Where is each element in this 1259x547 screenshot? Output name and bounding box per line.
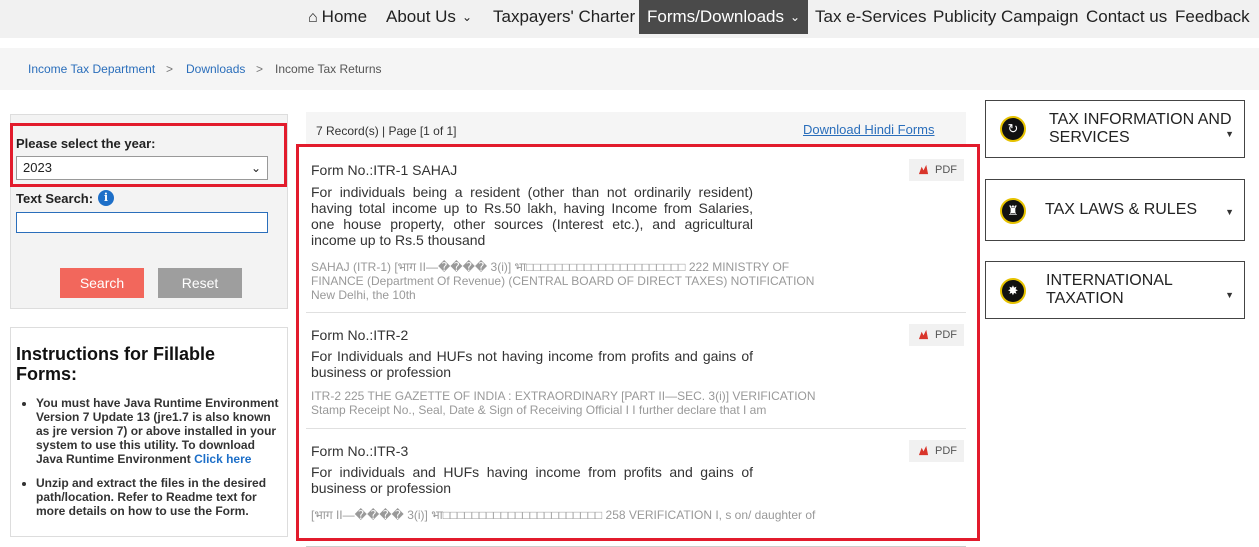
nav-eservices-label: Tax e-Services [815,7,927,26]
chess-rook-icon: ♜ [1000,198,1026,224]
sidebar-label: TAX INFORMATION AND SERVICES [1049,111,1232,146]
chevron-down-icon: ⌄ [790,10,801,24]
chevron-down-icon: ⌄ [461,10,472,24]
info-icon[interactable]: i [98,190,114,206]
sidebar-label: INTERNATIONAL TAXATION [1046,272,1173,307]
sidebar-label: TAX LAWS & RULES [1045,201,1198,218]
list-item: Unzip and extract the files in the desir… [36,476,282,518]
nav-feedback[interactable]: Feedback [1175,0,1250,34]
nav-about-us[interactable]: About Us ⌄ [386,0,472,34]
nav-home-label: Home [321,7,368,26]
sidebar-tax-information[interactable]: ↻ TAX INFORMATION AND SERVICES ▼ [985,100,1245,158]
home-icon: ⌂ [308,9,318,26]
text-search-input[interactable] [16,212,268,233]
sidebar-tax-laws[interactable]: ♜ TAX LAWS & RULES ▼ [985,179,1245,241]
breadcrumb-separator: > [256,62,264,76]
breadcrumb-downloads[interactable]: Downloads [186,62,245,76]
download-hindi-forms-link[interactable]: Download Hindi Forms [803,122,935,137]
nav-feedback-label: Feedback [1175,7,1250,26]
year-label: Please select the year: [16,136,156,151]
nav-charter-label: Taxpayers' Charter [493,7,636,26]
results-highlight-box [296,144,980,541]
top-nav: ⌂ Home About Us ⌄ Taxpayers' Charter Forms… [0,0,1259,38]
nav-publicity-campaign[interactable]: Publicity Campaign [933,0,1079,34]
nav-forms-label: Forms/Downloads [647,7,784,26]
breadcrumb-income-tax-department[interactable]: Income Tax Department [28,62,155,76]
nav-publicity-label: Publicity Campaign [933,7,1079,26]
list-item: You must have Java Runtime Environment V… [36,396,282,466]
search-button[interactable]: Search [60,268,144,298]
nav-contact-label: Contact us [1086,7,1168,26]
record-count: 7 Record(s) | Page [1 of 1] [316,124,457,138]
breadcrumb-income-tax-returns: Income Tax Returns [275,62,382,76]
nav-taxpayers-charter[interactable]: Taxpayers' Charter [493,0,635,34]
tax-information-icon: ↻ [1000,116,1026,142]
ship-wheel-icon: ✸ [1000,278,1026,304]
breadcrumb: Income Tax Department > Downloads > Inco… [0,48,1259,90]
instructions-title: Instructions for Fillable Forms: [16,344,216,384]
year-select[interactable]: 2023 ⌄ [16,156,268,180]
breadcrumb-separator: > [166,62,174,76]
nav-about-label: About Us [386,7,456,26]
reset-button[interactable]: Reset [158,268,242,298]
sidebar-international-taxation[interactable]: ✸ INTERNATIONAL TAXATION ▼ [985,261,1245,319]
instructions-list: You must have Java Runtime Environment V… [24,396,282,528]
chevron-down-icon: ⌄ [250,161,261,175]
caret-down-icon: ▼ [1225,207,1234,217]
caret-down-icon: ▼ [1225,290,1234,300]
nav-home[interactable]: ⌂ Home [308,0,367,34]
caret-down-icon: ▼ [1225,129,1234,139]
nav-forms-downloads[interactable]: Forms/Downloads ⌄ [639,0,809,34]
text-search-label: Text Search: [16,191,94,206]
java-download-link[interactable]: Click here [194,452,251,466]
nav-contact-us[interactable]: Contact us [1086,0,1167,34]
year-select-value: 2023 [23,160,52,175]
nav-tax-e-services[interactable]: Tax e-Services [815,0,926,34]
